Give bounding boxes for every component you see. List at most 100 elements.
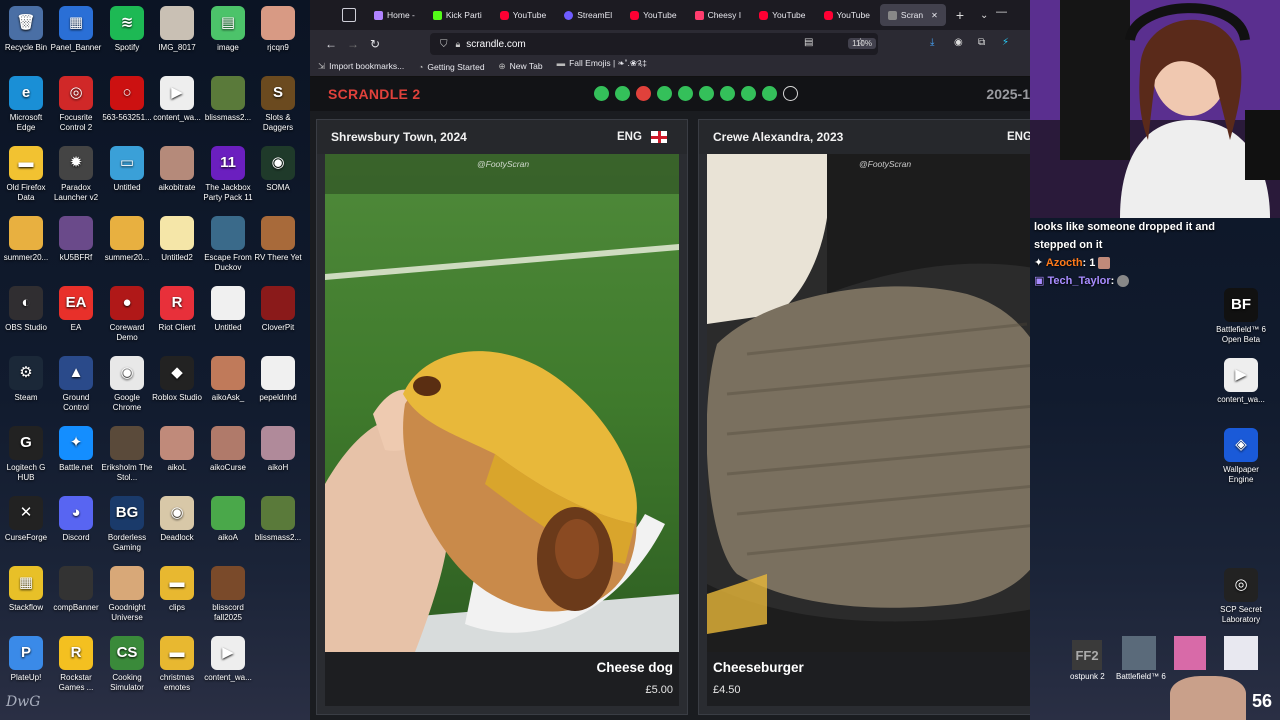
food-photo[interactable]: @FootyScran: [325, 154, 679, 652]
desktop-icon[interactable]: ▲ Ground Control: [50, 356, 102, 413]
desktop-icon[interactable]: P PlateUp!: [0, 636, 52, 683]
desktop-icon[interactable]: ◈ Wallpaper Engine: [1214, 428, 1268, 485]
desktop-icon[interactable]: ✕ CurseForge: [0, 496, 52, 543]
game-tile[interactable]: [1224, 636, 1258, 670]
desktop-icon[interactable]: blissmass2...: [202, 76, 254, 123]
account-icon[interactable]: ◉: [954, 37, 963, 48]
desktop-icon[interactable]: ▶ content_wa...: [151, 76, 203, 123]
close-tab-icon[interactable]: ✕: [931, 11, 938, 20]
desktop-icon[interactable]: ⚙ Steam: [0, 356, 52, 403]
desktop-icon[interactable]: ≋ Spotify: [101, 6, 153, 53]
desktop-icon[interactable]: aikoL: [151, 426, 203, 473]
desktop-icon[interactable]: EA EA: [50, 286, 102, 333]
choice-card-left[interactable]: Shrewsbury Town, 2024 ENG @FootyScran Ch…: [316, 119, 688, 715]
game-tile[interactable]: FF2: [1072, 640, 1102, 670]
tab-overflow-icon[interactable]: ⌄: [980, 10, 988, 21]
browser-tab[interactable]: Kick Parti: [425, 4, 490, 26]
desktop-icon[interactable]: e Microsoft Edge: [0, 76, 52, 133]
desktop-icon[interactable]: Goodnight Universe: [101, 566, 153, 623]
desktop-icon[interactable]: compBanner: [50, 566, 102, 613]
reload-icon[interactable]: ↻: [364, 37, 386, 51]
food-photo[interactable]: @FootyScran: [707, 154, 1030, 652]
tab-list-icon[interactable]: [342, 8, 356, 22]
bookmark-item[interactable]: ⊕ New Tab: [499, 61, 543, 72]
desktop-icon[interactable]: ◎ Focusrite Control 2: [50, 76, 102, 133]
desktop-icon[interactable]: aikoCurse: [202, 426, 254, 473]
desktop-icon[interactable]: ◉ Google Chrome: [101, 356, 153, 413]
browser-tab[interactable]: YouTube: [492, 4, 554, 26]
bookmark-item[interactable]: ▬ Fall Emojis | ❧˚.❀༉‡: [557, 55, 647, 78]
lock-icon[interactable]: 🔒︎: [456, 39, 461, 50]
desktop-icon[interactable]: IMG_8017: [151, 6, 203, 53]
desktop-icon[interactable]: ▤ image: [202, 6, 254, 53]
desktop-icon[interactable]: aikoA: [202, 496, 254, 543]
extension-icon[interactable]: ⚡: [1002, 37, 1009, 48]
desktop-icon[interactable]: ✹ Paradox Launcher v2: [50, 146, 102, 203]
shield-icon[interactable]: ⛉: [440, 39, 448, 50]
desktop-icon[interactable]: ▶ content_wa...: [202, 636, 254, 683]
bookmark-item[interactable]: ⇲ Import bookmarks...: [318, 61, 404, 72]
choice-card-right[interactable]: Crewe Alexandra, 2023 ENG @FootyScran Ch…: [698, 119, 1030, 715]
game-tile[interactable]: [1122, 636, 1156, 670]
desktop-icon[interactable]: ▦ Panel_Banner: [50, 6, 102, 53]
desktop-icon[interactable]: summer20...: [0, 216, 52, 263]
browser-tab[interactable]: StreamEl: [556, 4, 620, 26]
desktop-icon[interactable]: ◎ SCP Secret Laboratory: [1214, 568, 1268, 625]
back-icon[interactable]: ←: [320, 37, 342, 51]
desktop-icon[interactable]: Untitled2: [151, 216, 203, 263]
desktop-icon[interactable]: blisscord fall2025: [202, 566, 254, 623]
desktop-icon[interactable]: ▭ Untitled: [101, 146, 153, 193]
desktop-icon[interactable]: ◉ SOMA: [252, 146, 304, 193]
desktop-icon[interactable]: ◐ OBS Studio: [0, 286, 52, 333]
browser-tab[interactable]: YouTube: [751, 4, 813, 26]
desktop-icon[interactable]: ◉ Deadlock: [151, 496, 203, 543]
browser-tab[interactable]: YouTube: [816, 4, 878, 26]
desktop-icon[interactable]: RV There Yet: [252, 216, 304, 263]
desktop-icon[interactable]: ◆ Roblox Studio: [151, 356, 203, 403]
desktop-icon[interactable]: Escape From Duckov: [202, 216, 254, 273]
bookmark-item[interactable]: ◔ Getting Started: [418, 62, 484, 72]
new-tab-icon[interactable]: +: [956, 7, 964, 23]
desktop-icon[interactable]: aikoAsk_: [202, 356, 254, 403]
desktop-icon[interactable]: S Slots & Daggers: [252, 76, 304, 133]
downloads-icon[interactable]: ⤓: [930, 37, 934, 48]
desktop-icon[interactable]: BF Battlefield™ 6 Open Beta: [1214, 288, 1268, 345]
desktop-icon[interactable]: R Rockstar Games ...: [50, 636, 102, 693]
desktop-icon[interactable]: BG Borderless Gaming: [101, 496, 153, 553]
desktop-icon[interactable]: G Logitech G HUB: [0, 426, 52, 483]
desktop-icon[interactable]: ○ 563-563251...: [101, 76, 153, 123]
desktop-icon[interactable]: Untitled: [202, 286, 254, 333]
extensions-icon[interactable]: ⧉: [978, 37, 985, 48]
desktop-icon[interactable]: R Riot Client: [151, 286, 203, 333]
desktop-icon[interactable]: CloverPit: [252, 286, 304, 333]
desktop-icon[interactable]: CS Cooking Simulator: [101, 636, 153, 693]
browser-tab[interactable]: Scran ✕: [879, 4, 946, 26]
desktop-icon[interactable]: 🗑 Recycle Bin: [0, 6, 52, 53]
browser-tab[interactable]: Cheesy I: [687, 4, 750, 26]
desktop-icon[interactable]: ▬ christmas emotes: [151, 636, 203, 693]
minimize-icon[interactable]: —: [996, 6, 1007, 18]
bookmark-star-icon[interactable]: ☆: [856, 37, 865, 48]
forward-icon[interactable]: →: [342, 37, 364, 51]
desktop-icon[interactable]: summer20...: [101, 216, 153, 263]
browser-tab[interactable]: Home -: [366, 4, 423, 26]
site-logo[interactable]: SCRANDLE 2: [328, 86, 420, 102]
game-tile[interactable]: [1174, 636, 1206, 670]
desktop-icon[interactable]: ● Coreward Demo: [101, 286, 153, 343]
desktop-icon[interactable]: aikobitrate: [151, 146, 203, 193]
desktop-icon[interactable]: ▶ content_wa...: [1214, 358, 1268, 405]
desktop-icon[interactable]: ▬ Old Firefox Data: [0, 146, 52, 203]
desktop-icon[interactable]: ◕ Discord: [50, 496, 102, 543]
desktop-icon[interactable]: ▦ Stackflow: [0, 566, 52, 613]
browser-tab[interactable]: YouTube: [622, 4, 684, 26]
desktop-icon[interactable]: aikoH: [252, 426, 304, 473]
desktop-icon[interactable]: kU5BFRf: [50, 216, 102, 263]
desktop-icon[interactable]: ✦ Battle.net: [50, 426, 102, 473]
reader-view-icon[interactable]: ▤: [804, 37, 813, 48]
desktop-icon[interactable]: Erikshol​m The Stol...: [101, 426, 153, 483]
desktop-icon[interactable]: blissmass2...: [252, 496, 304, 543]
desktop-icon[interactable]: 11 The Jackbox Party Pack 11: [202, 146, 254, 203]
desktop-icon[interactable]: rjcqn9: [252, 6, 304, 53]
desktop-icon[interactable]: ▬ clips: [151, 566, 203, 613]
desktop-icon[interactable]: pepeldnhd: [252, 356, 304, 403]
